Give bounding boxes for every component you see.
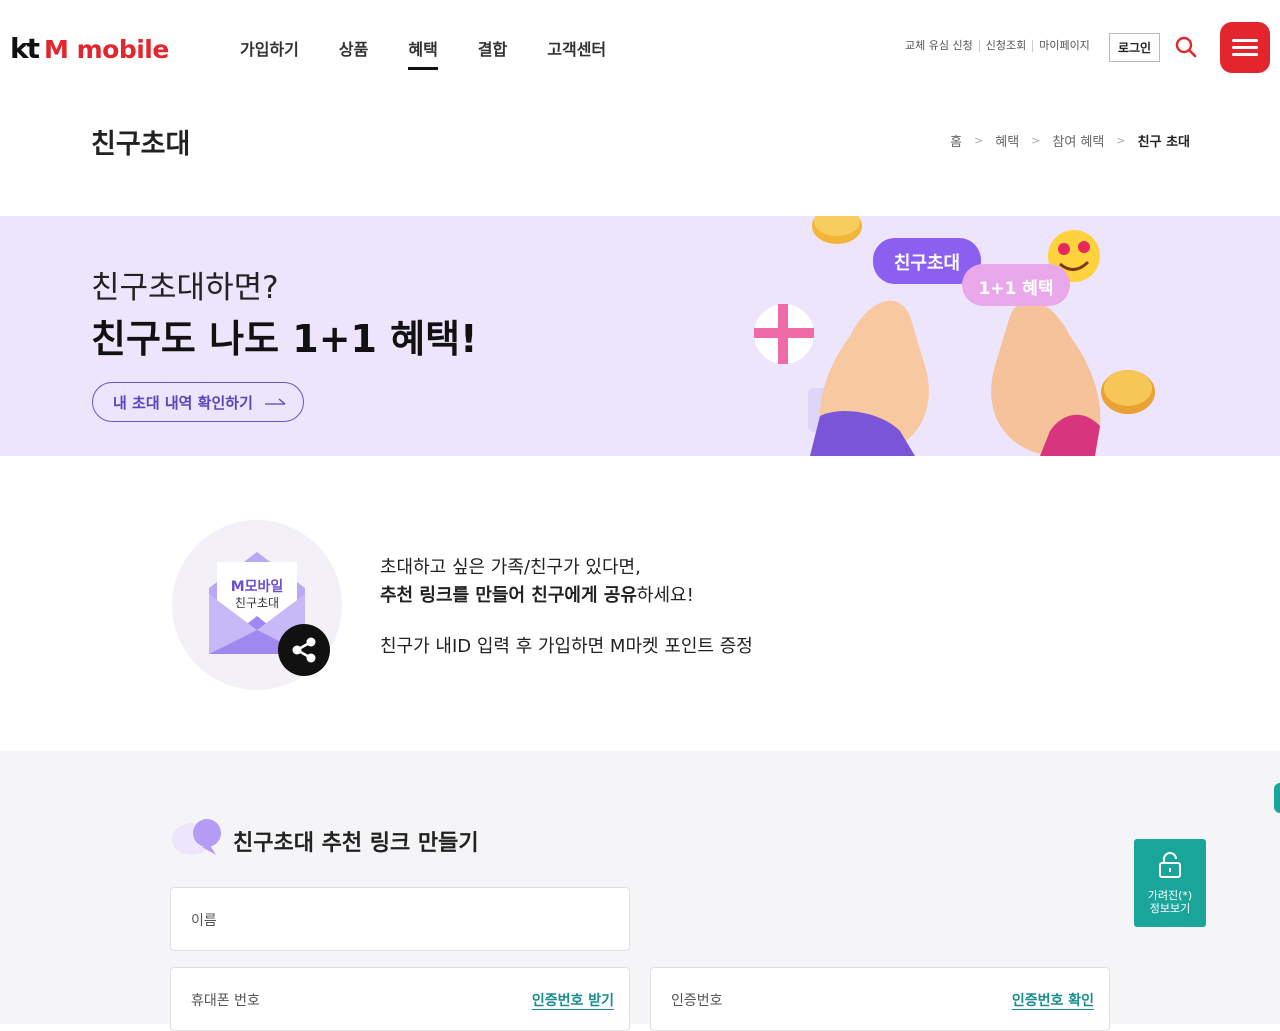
search-icon[interactable] <box>1174 35 1198 59</box>
logo-mobile: M mobile <box>44 35 169 64</box>
show-masked-info-label: 가려진(*) 정보보기 <box>1147 889 1193 915</box>
show-masked-info-button[interactable]: 가려진(*) 정보보기 <box>1134 839 1206 927</box>
util-usim-replace[interactable]: 교체 유심 신청 <box>905 40 980 52</box>
verification-code-field[interactable]: 인증번호 인증번호 확인 <box>650 967 1110 1031</box>
chevron-right-icon: > <box>1116 134 1126 147</box>
nav-bundle[interactable]: 결합 <box>478 36 507 70</box>
intro-line-3: 친구가 내ID 입력 후 가입하면 M마켓 포인트 증정 <box>380 636 753 657</box>
one-plus-one-bubble: 1+1 혜택 <box>962 264 1070 306</box>
section-title: 친구초대 추천 링크 만들기 <box>233 831 479 856</box>
invite-friend-bubble-text: 친구초대 <box>893 253 961 274</box>
intro-line-2-rest: 하세요! <box>636 585 694 606</box>
verification-code-label: 인증번호 <box>671 993 723 1009</box>
nav-benefits[interactable]: 혜택 <box>408 36 439 70</box>
util-application-lookup[interactable]: 신청조회 <box>980 40 1034 52</box>
hero-headline: 친구도 나도 1+1 혜택! <box>91 317 478 361</box>
arrow-right-icon <box>264 398 286 405</box>
side-scroll-indicator[interactable] <box>1274 783 1280 813</box>
intro-line-2-bold: 추천 링크를 만들어 친구에게 공유 <box>380 585 637 606</box>
hamburger-menu-button[interactable] <box>1220 22 1270 73</box>
one-plus-one-bubble-text: 1+1 혜택 <box>978 279 1054 299</box>
invite-intro-section: M모바일 친구초대 초대하고 싶은 가족/친구가 있다면, 추천 링크를 만들어… <box>0 456 1280 751</box>
chat-bubble-icon <box>172 819 221 855</box>
page-title: 친구초대 <box>91 129 191 160</box>
nav-customer-center[interactable]: 고객센터 <box>547 36 606 70</box>
site-header: kt M mobile 가입하기 상품 혜택 결합 고객센터 교체 유심 신청 … <box>0 0 1280 96</box>
nav-join[interactable]: 가입하기 <box>240 36 299 70</box>
name-field[interactable]: 이름 <box>170 887 630 951</box>
chevron-right-icon: > <box>1031 134 1041 147</box>
page-title-row: 친구초대 홈 > 혜택 > 참여 혜택 > 친구 초대 <box>0 96 1280 216</box>
breadcrumb-benefits[interactable]: 혜택 <box>995 131 1019 150</box>
check-invite-history-button[interactable]: 내 초대 내역 확인하기 <box>92 382 304 422</box>
name-field-label: 이름 <box>191 913 217 929</box>
utility-links: 교체 유심 신청 신청조회 마이페이지 <box>905 40 1096 52</box>
util-mypage[interactable]: 마이페이지 <box>1033 40 1096 52</box>
phone-number-label: 휴대폰 번호 <box>191 993 260 1009</box>
menu-line-icon <box>1232 39 1258 42</box>
breadcrumb-home[interactable]: 홈 <box>950 131 962 150</box>
breadcrumb-current: 친구 초대 <box>1137 135 1190 150</box>
menu-line-icon <box>1232 46 1258 49</box>
referral-link-form-section: 친구초대 추천 링크 만들기 이름 휴대폰 번호 인증번호 받기 인증번호 인증… <box>0 751 1280 1031</box>
logo-kt: kt <box>10 32 40 65</box>
phone-number-field[interactable]: 휴대폰 번호 인증번호 받기 <box>170 967 630 1031</box>
nav-products[interactable]: 상품 <box>339 36 368 70</box>
envelope-invite-text: 친구초대 <box>234 596 280 610</box>
main-nav: 가입하기 상품 혜택 결합 고객센터 <box>240 36 646 70</box>
unlock-icon <box>1159 852 1181 878</box>
confirm-verification-code-button[interactable]: 인증번호 확인 <box>1012 990 1094 1010</box>
menu-line-icon <box>1232 53 1258 56</box>
share-button[interactable] <box>278 624 330 676</box>
intro-line-1: 초대하고 싶은 가족/친구가 있다면, <box>380 557 641 578</box>
envelope-brand-text: M모바일 <box>230 579 284 595</box>
hero-subtitle: 친구초대하면? <box>91 270 279 306</box>
share-icon <box>292 637 316 663</box>
intro-line-2: 추천 링크를 만들어 친구에게 공유하세요! <box>380 581 694 607</box>
breadcrumb-participation[interactable]: 참여 혜택 <box>1052 131 1104 150</box>
chevron-right-icon: > <box>974 134 984 147</box>
hero-banner: 친구초대하면? 친구도 나도 1+1 혜택! 내 초대 내역 확인하기 친구초대… <box>0 216 1280 456</box>
kt-mmobile-logo[interactable]: kt M mobile <box>10 32 169 66</box>
breadcrumb: 홈 > 혜택 > 참여 혜택 > 친구 초대 <box>950 131 1190 150</box>
get-verification-code-button[interactable]: 인증번호 받기 <box>532 990 614 1010</box>
check-invite-history-label: 내 초대 내역 확인하기 <box>113 393 253 412</box>
login-button[interactable]: 로그인 <box>1109 33 1160 62</box>
